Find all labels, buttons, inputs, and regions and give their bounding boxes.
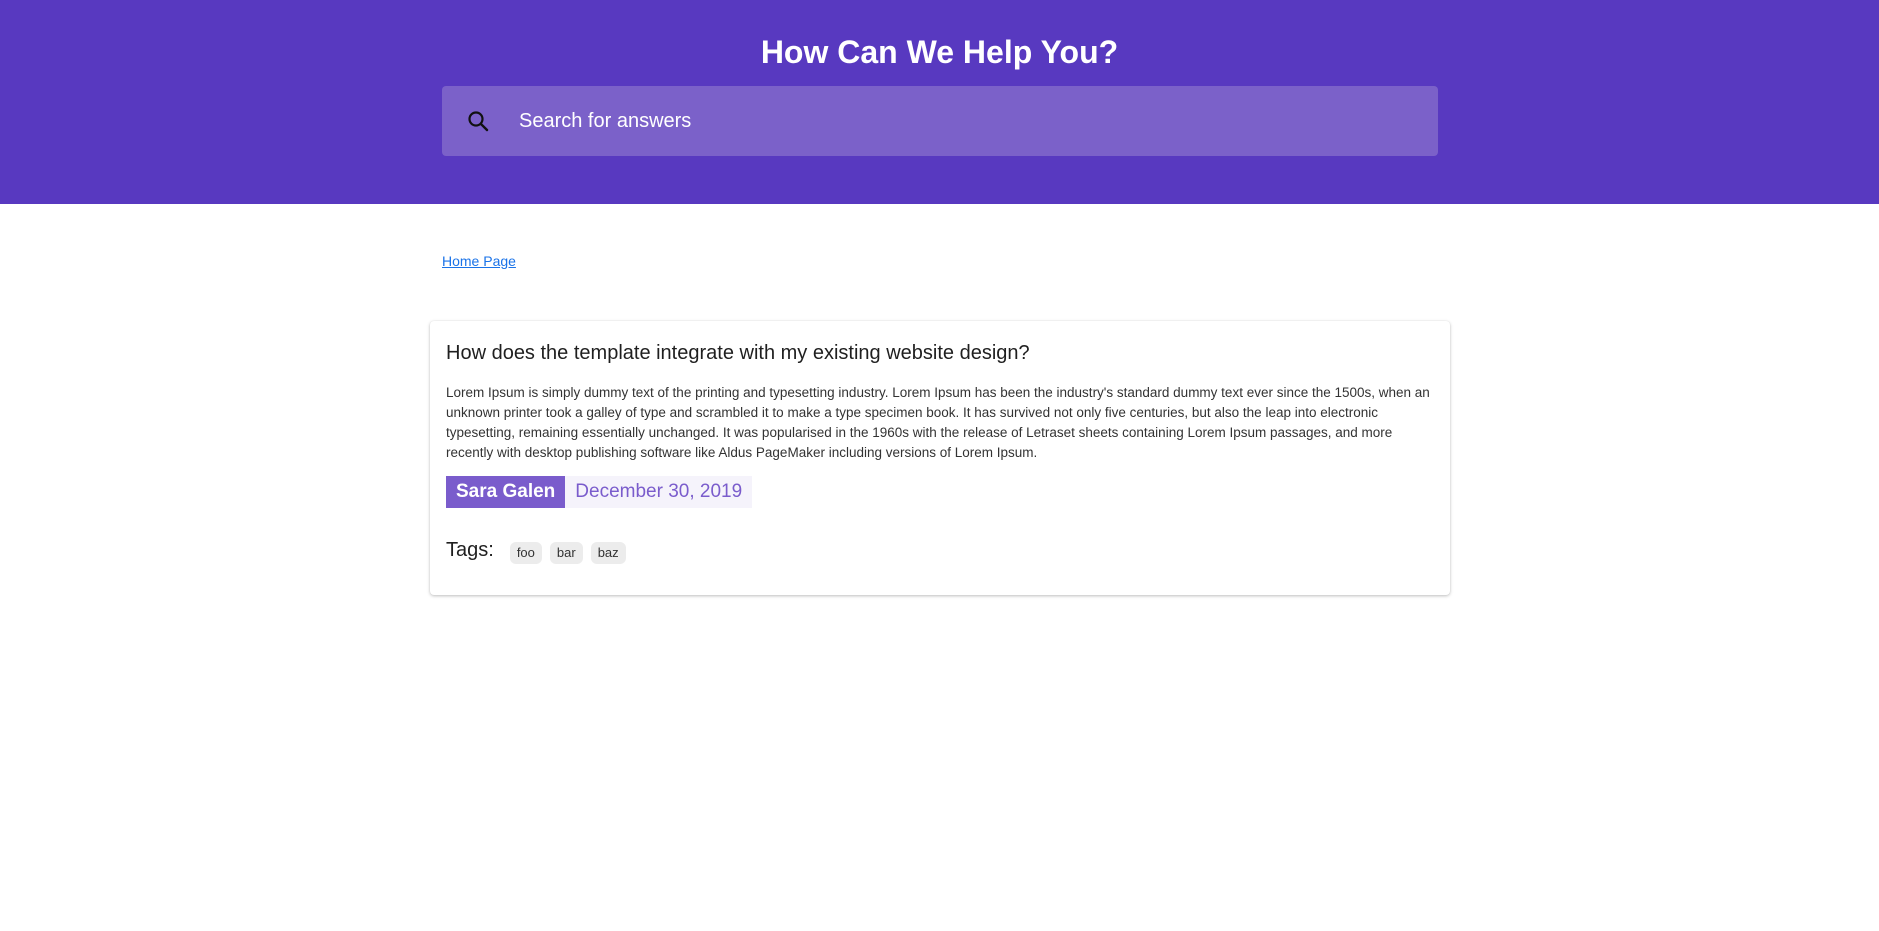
search-bar[interactable] [442, 86, 1438, 156]
breadcrumb-home-link[interactable]: Home Page [442, 253, 516, 269]
author-badge: Sara Galen [446, 476, 566, 508]
article-meta: Sara Galen December 30, 2019 [446, 476, 753, 508]
page-title: How Can We Help You? [760, 34, 1119, 70]
hero-banner: How Can We Help You? [0, 0, 1879, 204]
date-badge: December 30, 2019 [565, 476, 753, 508]
search-input[interactable] [519, 101, 1399, 141]
tags-label: Tags: [446, 539, 494, 561]
breadcrumb: Home Page [442, 252, 516, 270]
article-card: How does the template integrate with my … [430, 321, 1450, 595]
article-title: How does the template integrate with my … [446, 342, 1030, 364]
tag-chip[interactable]: foo [509, 542, 542, 564]
search-icon[interactable] [466, 109, 490, 133]
tag-chip[interactable]: bar [549, 542, 583, 564]
article-body: Lorem Ipsum is simply dummy text of the … [446, 385, 1430, 460]
tag-chip[interactable]: baz [590, 542, 626, 564]
tags-row: Tags: foo bar baz [446, 536, 634, 564]
